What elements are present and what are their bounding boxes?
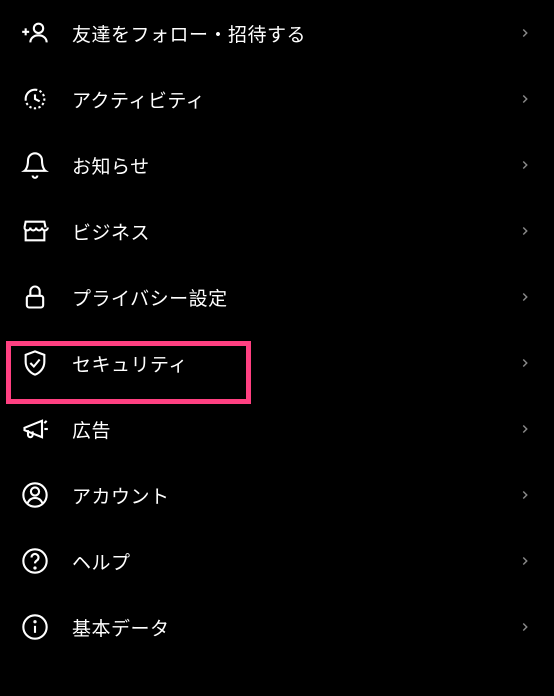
megaphone-icon <box>20 414 50 444</box>
menu-item-notifications[interactable]: お知らせ <box>0 132 554 198</box>
menu-label: プライバシー設定 <box>72 284 516 311</box>
menu-item-activity[interactable]: アクティビティ <box>0 66 554 132</box>
chevron-right-icon <box>516 156 534 174</box>
menu-label: 友達をフォロー・招待する <box>72 20 516 47</box>
chevron-right-icon <box>516 420 534 438</box>
menu-label: ヘルプ <box>72 548 516 575</box>
chevron-right-icon <box>516 288 534 306</box>
chevron-right-icon <box>516 222 534 240</box>
chevron-right-icon <box>516 552 534 570</box>
chevron-right-icon <box>516 90 534 108</box>
menu-label: アクティビティ <box>72 86 516 113</box>
bell-icon <box>20 150 50 180</box>
help-icon <box>20 546 50 576</box>
menu-item-privacy[interactable]: プライバシー設定 <box>0 264 554 330</box>
shield-check-icon <box>20 348 50 378</box>
menu-item-account[interactable]: アカウント <box>0 462 554 528</box>
settings-menu: 友達をフォロー・招待する アクティビティ お知らせ ビジネス <box>0 0 554 660</box>
menu-label: 広告 <box>72 416 516 443</box>
menu-item-ads[interactable]: 広告 <box>0 396 554 462</box>
menu-item-security[interactable]: セキュリティ <box>0 330 554 396</box>
menu-item-help[interactable]: ヘルプ <box>0 528 554 594</box>
chevron-right-icon <box>516 618 534 636</box>
chevron-right-icon <box>516 486 534 504</box>
add-person-icon <box>20 18 50 48</box>
storefront-icon <box>20 216 50 246</box>
menu-label: 基本データ <box>72 614 516 641</box>
chevron-right-icon <box>516 24 534 42</box>
menu-item-business[interactable]: ビジネス <box>0 198 554 264</box>
menu-label: お知らせ <box>72 152 516 179</box>
menu-label: アカウント <box>72 482 516 509</box>
menu-item-about[interactable]: 基本データ <box>0 594 554 660</box>
lock-icon <box>20 282 50 312</box>
menu-label: ビジネス <box>72 218 516 245</box>
info-icon <box>20 612 50 642</box>
menu-label: セキュリティ <box>72 350 516 377</box>
activity-icon <box>20 84 50 114</box>
chevron-right-icon <box>516 354 534 372</box>
menu-item-follow-invite[interactable]: 友達をフォロー・招待する <box>0 0 554 66</box>
account-circle-icon <box>20 480 50 510</box>
